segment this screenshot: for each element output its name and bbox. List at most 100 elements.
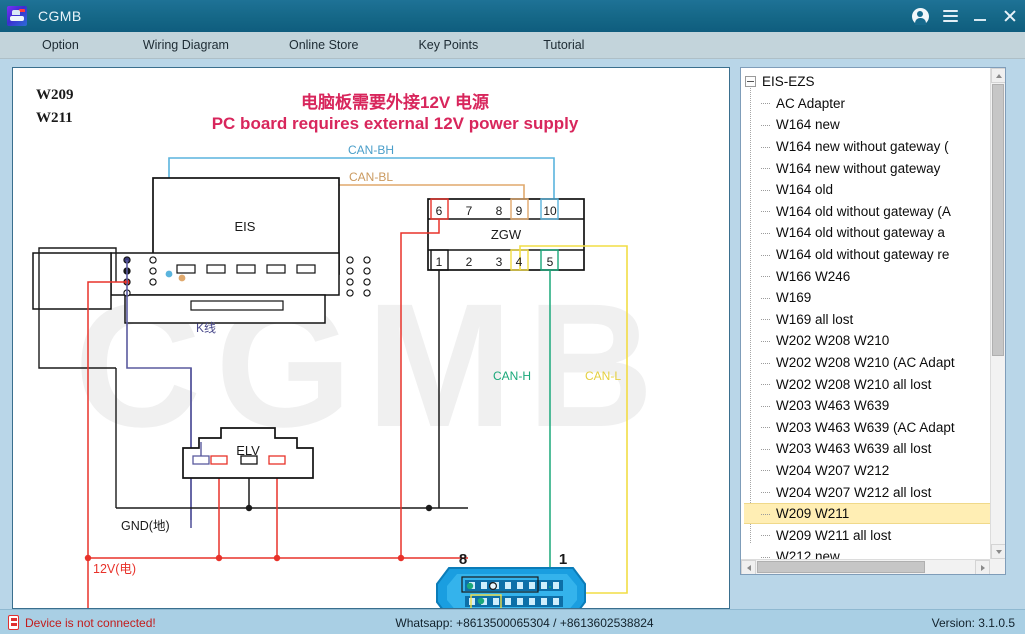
scroll-right-button[interactable] [975,560,990,574]
app-window: CGMB Option Wiring Diagram Online Store … [0,0,1025,634]
vertical-scroll-thumb[interactable] [992,84,1004,356]
tree-branch-icon [761,265,774,287]
tree-item[interactable]: W164 old without gateway (A [744,201,990,223]
svg-text:5: 5 [547,255,554,269]
tree-branch-icon [761,546,774,559]
menu-item-online-store[interactable]: Online Store [279,32,368,58]
account-button[interactable] [905,0,935,32]
close-icon [1003,9,1017,23]
close-window-button[interactable] [995,0,1025,32]
tree-vertical-scrollbar[interactable] [990,68,1005,559]
tree-item[interactable]: W164 old [744,179,990,201]
tree-branch-icon [761,438,774,460]
tree-item-selected[interactable]: W209 W211 [744,502,990,525]
tree-item[interactable]: W202 W208 W210 [744,330,990,352]
tree-branch-icon [761,417,774,439]
svg-text:EIS: EIS [235,219,256,234]
chevron-down-icon [995,549,1002,554]
whatsapp-contact-text: Whatsapp: +8613500065304 / +861360253882… [395,615,654,630]
tree-branch-icon [761,201,774,223]
tree-item[interactable]: W164 new without gateway [744,157,990,179]
tree-item[interactable]: W212 new [744,546,990,559]
hamburger-icon [942,10,958,22]
svg-text:4: 4 [516,255,523,269]
app-logo-icon [7,6,27,26]
svg-text:2: 2 [466,255,473,269]
tree-item[interactable]: W203 W463 W639 all lost [744,438,990,460]
tree-item[interactable]: W164 new [744,114,990,136]
tree-item[interactable]: AC Adapter [744,93,990,115]
title-bar: CGMB [0,0,1025,32]
tree-item[interactable]: W169 [744,287,990,309]
tree-item-label: W164 old without gateway re [776,247,950,263]
tree-branch-icon [761,136,774,158]
main-content: CGMB W209 W211 电脑板需要外接12V 电源 PC board re… [0,59,1025,634]
svg-text:7: 7 [466,204,473,218]
tree-item-label: W166 W246 [776,268,851,284]
window-controls [905,0,1025,32]
menu-item-wiring-diagram[interactable]: Wiring Diagram [133,32,239,58]
tree-item-label: W204 W207 W212 all lost [776,484,932,500]
tree-item[interactable]: W203 W463 W639 (AC Adapt [744,417,990,439]
tree-item[interactable]: W166 W246 [744,265,990,287]
svg-text:3: 3 [496,255,503,269]
tree-item[interactable]: W164 new without gateway ( [744,136,990,158]
svg-text:8: 8 [459,551,467,568]
collapse-icon[interactable] [745,76,756,88]
menu-item-option[interactable]: Option [32,32,89,58]
eis-ezs-tree[interactable]: EIS-EZS AC Adapter W164 new W164 new withou… [740,67,1006,575]
tree-item[interactable]: W202 W208 W210 all lost [744,373,990,395]
menu-item-key-points[interactable]: Key Points [408,32,488,58]
tree-branch-icon [761,93,774,115]
scroll-left-button[interactable] [741,560,756,574]
app-title: CGMB [38,8,82,24]
tree-item-label: W164 old [776,182,834,198]
menu-bar: Option Wiring Diagram Online Store Key P… [0,32,1025,59]
tree-branch-icon [761,287,774,309]
tree-item[interactable]: W209 W211 all lost [744,524,990,546]
tree-item-label: W209 W211 all lost [776,527,892,543]
tree-horizontal-scrollbar[interactable] [741,559,990,574]
diagram-graphics: CAN-BH CAN-BL CAN-H CAN-L K线 EIS ZGW ELV… [13,68,729,608]
scroll-up-button[interactable] [991,68,1005,83]
tree-item-label: W202 W208 W210 [776,333,890,349]
tree-item-label: W202 W208 W210 all lost [776,376,932,392]
tree-item-label: W203 W463 W639 [776,398,890,414]
tree-item[interactable]: W203 W463 W639 [744,395,990,417]
tree-node-list: EIS-EZS AC Adapter W164 new W164 new withou… [744,71,990,559]
tree-branch-icon [761,504,774,524]
tree-item-label: W164 new without gateway [776,160,941,176]
tree-item[interactable]: W164 old without gateway re [744,244,990,266]
tree-branch-icon [761,330,774,352]
menu-item-tutorial[interactable]: Tutorial [533,32,594,58]
tree-item-label: W164 new [776,117,840,133]
tree-item[interactable]: W202 W208 W210 (AC Adapt [744,352,990,374]
account-icon [911,7,929,25]
tree-branch-icon [761,157,774,179]
wiring-diagram-panel: CGMB W209 W211 电脑板需要外接12V 电源 PC board re… [12,67,730,609]
chevron-right-icon [980,564,985,571]
svg-text:10: 10 [543,204,557,218]
svg-text:1: 1 [436,255,443,269]
horizontal-scroll-thumb[interactable] [757,561,925,573]
tree-item[interactable]: W204 W207 W212 [744,460,990,482]
scroll-down-button[interactable] [991,544,1005,559]
svg-text:ZGW: ZGW [491,227,522,242]
status-bar: Device is not connected! Whatsapp: +8613… [0,609,1025,634]
svg-text:ELV: ELV [236,443,260,458]
tree-item[interactable]: W169 all lost [744,309,990,331]
svg-text:CAN-L: CAN-L [585,369,621,383]
svg-text:CAN-BL: CAN-BL [349,170,393,184]
tree-item[interactable]: W164 old without gateway a [744,222,990,244]
minimize-button[interactable] [965,0,995,32]
tree-root-node[interactable]: EIS-EZS [744,71,990,93]
tree-branch-icon [761,481,774,503]
tree-scroll-area: EIS-EZS AC Adapter W164 new W164 new withou… [741,68,990,559]
tree-branch-icon [761,222,774,244]
tree-branch-icon [761,179,774,201]
tree-branch-icon [761,114,774,136]
svg-text:1: 1 [559,551,567,568]
tree-item-label: W212 new [776,549,840,559]
menu-button[interactable] [935,0,965,32]
tree-item[interactable]: W204 W207 W212 all lost [744,481,990,503]
